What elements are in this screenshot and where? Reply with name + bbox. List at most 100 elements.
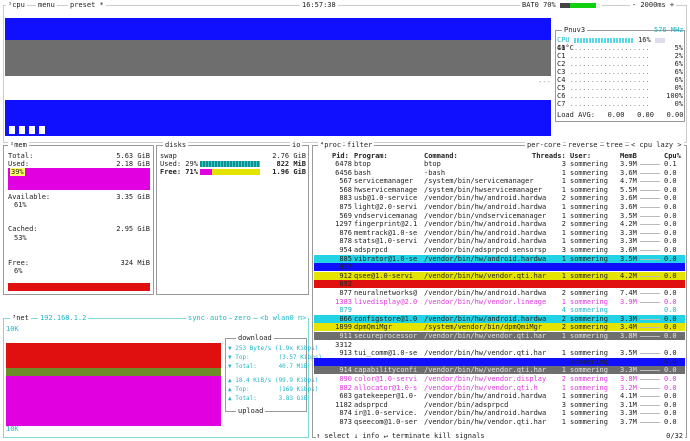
net-upload-stats: ▲ 18.4 KiB/s (99.9 Kibps) ▲ Top: (169 Kib… xyxy=(228,376,318,403)
battery-meter xyxy=(559,2,600,8)
net-download-graph xyxy=(6,343,221,368)
process-row[interactable]: 1899 dpmQmiMgr/system/vendor/bin/dpmQmiMg… xyxy=(314,323,685,332)
net-scale-top: 10K xyxy=(6,325,19,333)
cpu-core-row: C7 ................... 0% xyxy=(557,100,683,108)
proc-per-core[interactable]: per-core xyxy=(525,141,563,149)
mem-used: Used: 2.18 GiB xyxy=(8,160,150,168)
process-row[interactable]: 914 capabilityconfi/vendor/bin/hw/vendor.… xyxy=(314,366,685,375)
kill-control[interactable]: kill xyxy=(434,432,451,440)
proc-filter[interactable]: filter xyxy=(345,141,375,149)
cpu-core-row: C4 ................... 6% xyxy=(557,76,683,84)
process-row[interactable]: 3312 xyxy=(314,341,685,349)
signals-control[interactable]: signals xyxy=(455,432,485,440)
cpu-core-row: C0 ................... 5% xyxy=(557,44,683,52)
swap-free-bar xyxy=(200,169,260,175)
net-stat-row: ▲ Top: (169 Kibps) xyxy=(228,386,319,393)
disks-title: disks xyxy=(163,141,189,149)
process-row[interactable]: 892 xyxy=(314,280,685,289)
proc-reverse[interactable]: reverse xyxy=(566,141,600,149)
process-row[interactable]: 954 adsprpcd/vendor/bin/adsprpcd sensorsp… xyxy=(314,246,685,254)
swap-free-row: Free: 71% 1.96 GiB xyxy=(160,168,306,176)
process-row[interactable]: 874 ir@1.0-service./vendor/bin/hw/android… xyxy=(314,409,685,417)
process-row[interactable]: 890 color@1.0-servi/vendor/bin/hw/vendor.… xyxy=(314,375,685,383)
net-ip: 192.168.1.2 xyxy=(38,314,89,322)
swap-row: swap 2.76 GiB xyxy=(160,152,306,160)
net-title[interactable]: ³net xyxy=(10,314,31,322)
process-row[interactable]: 6456 bash -bash 1 sommering 3.6M 0.0 xyxy=(314,169,685,177)
process-row[interactable]: 873 qseecom@1.0-ser/vendor/bin/hw/vendor.… xyxy=(314,418,685,426)
clock: 16:57:38 xyxy=(300,1,338,9)
net-stat-row: ▲ 18.4 KiB/s (99.9 Kibps) xyxy=(228,377,319,384)
process-row[interactable]: 911 secureprocessor/vendor/bin/hw/vendor.… xyxy=(314,332,685,340)
net-download-label: download xyxy=(236,334,274,342)
mem-free: Free: 324 MiB xyxy=(8,259,150,267)
proc-count: 0/32 xyxy=(666,432,683,440)
process-row[interactable]: 568 hwservicemanage/system/bin/hwservicem… xyxy=(314,186,685,194)
net-stat-row: ▼ Top: (3.57 Kibps) xyxy=(228,354,322,361)
load-average: Load AVG: 0.00 0.00 0.00 xyxy=(557,111,684,119)
process-row[interactable]: 569 vndservicemanag/vendor/bin/vndservice… xyxy=(314,212,685,220)
net-auto[interactable]: auto xyxy=(208,314,229,322)
process-row[interactable]: 878 stats@1.0-servi/vendor/bin/hw/android… xyxy=(314,237,685,245)
process-row[interactable]: 1383 livedisplay@2.0/vendor/bin/hw/vendor… xyxy=(314,298,685,306)
process-row[interactable]: 1182 adsprpcd/vendor/bin/adsprpcd 3 sommeri… xyxy=(314,401,685,409)
mem-cached-pct: 53% xyxy=(14,234,27,242)
net-sync[interactable]: sync xyxy=(186,314,207,322)
swap-used-bar xyxy=(200,161,260,167)
mem-cached: Cached: 2.95 GiB xyxy=(8,225,150,233)
proc-title[interactable]: ⁴proc xyxy=(318,141,344,149)
mem-title[interactable]: ²mem xyxy=(8,141,29,149)
process-row[interactable]: 912 qsee@1.0-servi/vendor/bin/hw/vendor.q… xyxy=(314,271,685,280)
cpu-core-row: C3 ................... 6% xyxy=(557,68,683,76)
process-row[interactable]: 879 4 sommering 0.0 xyxy=(314,306,685,314)
select-control[interactable]: ↑ select ↓ xyxy=(316,432,358,440)
net-stat-row: ▲ Total: 3.83 GiB xyxy=(228,395,308,402)
proc-footer: ↑ select ↓ info ↵ terminate kill signals… xyxy=(316,432,685,440)
process-row[interactable]: 882 allocator@1.0-s/vendor/bin/hw/vendor.… xyxy=(314,384,685,392)
proc-list: 6478 btop btop 3 sommering 3.9M 0.1 6456 bash -ba… xyxy=(314,160,685,428)
process-row[interactable]: 1297 fingerprint@2.1/vendor/bin/hw/androi… xyxy=(314,220,685,228)
info-control[interactable]: info ↵ xyxy=(362,432,387,440)
process-row[interactable]: 6478 btop btop 3 sommering 3.9M 0.1 xyxy=(314,160,685,168)
menu-button[interactable]: menu xyxy=(36,1,57,9)
process-row[interactable]: 917 xyxy=(314,263,685,272)
cpu-graph-side: --- xyxy=(538,78,551,86)
process-row[interactable]: 866 configstore@1.0/vendor/bin/hw/android… xyxy=(314,314,685,323)
process-row[interactable]: sommering 0.0 xyxy=(314,357,685,366)
update-interval[interactable]: - 2000ms + xyxy=(630,1,677,9)
process-row[interactable]: 567 servicemanager/system/bin/servicemana… xyxy=(314,177,685,185)
process-row[interactable]: 913 tui_comm@1.0-se/vendor/bin/hw/vendor.… xyxy=(314,349,685,357)
preset-button[interactable]: preset * xyxy=(68,1,106,9)
net-zero[interactable]: zero xyxy=(232,314,253,322)
mem-available-pct: 61% xyxy=(14,201,27,209)
battery-status: BAT0 70% xyxy=(520,1,602,9)
process-row[interactable]: 883 usb@1.0-service/vendor/bin/hw/android… xyxy=(314,194,685,202)
cpu-core-row: C1 ................... 2% xyxy=(557,52,683,60)
mem-free-bar xyxy=(8,283,150,291)
proc-sort[interactable]: < cpu lazy > xyxy=(629,141,684,149)
net-stat-row: ▼ Total: 40.7 MiB xyxy=(228,363,308,370)
proc-tree[interactable]: tree xyxy=(604,141,625,149)
net-stat-row: ▼ 253 Byte/s (1.9x Kibps) xyxy=(228,345,319,352)
cpu-core-row: C6 ................... 100% xyxy=(557,92,683,100)
mem-total: Total: 5.63 GiB xyxy=(8,152,150,160)
disks-io-toggle[interactable]: io xyxy=(290,141,303,149)
terminate-control[interactable]: terminate xyxy=(392,432,430,440)
process-row[interactable]: 876 memtrack@1.0-se/vendor/bin/hw/android… xyxy=(314,229,685,237)
process-row[interactable]: 603 gatekeeper@1.0-/vendor/bin/hw/android… xyxy=(314,392,685,400)
net-interface[interactable]: <b wlan0 n> xyxy=(258,314,309,322)
mem-used-bar: 39% xyxy=(8,168,150,190)
net-upload-graph xyxy=(6,376,221,426)
cpu-core-row: C5 ................... 0% xyxy=(557,84,683,92)
proc-header: Pid: Program: Command: Threads: User: Me… xyxy=(332,152,681,160)
cpu-tab[interactable]: ¹cpu xyxy=(6,1,27,9)
mem-available: Available: 3.35 GiB xyxy=(8,193,150,201)
process-row[interactable]: 875 light@2.0-servi/vendor/bin/hw/android… xyxy=(314,203,685,211)
process-row[interactable]: 877 neuralnetworks@/vendor/bin/hw/android… xyxy=(314,289,685,297)
cpu-model: Pnuv3 xyxy=(562,26,588,34)
cpu-graph xyxy=(5,12,551,136)
swap-used-row: Used: 29% 822 MiB xyxy=(160,160,306,168)
net-graph-mid xyxy=(6,368,221,376)
cpu-core-row: C2 ................... 6% xyxy=(557,60,683,68)
process-row[interactable]: 885 vibrator@1.0-se/vendor/bin/hw/android… xyxy=(314,254,685,263)
